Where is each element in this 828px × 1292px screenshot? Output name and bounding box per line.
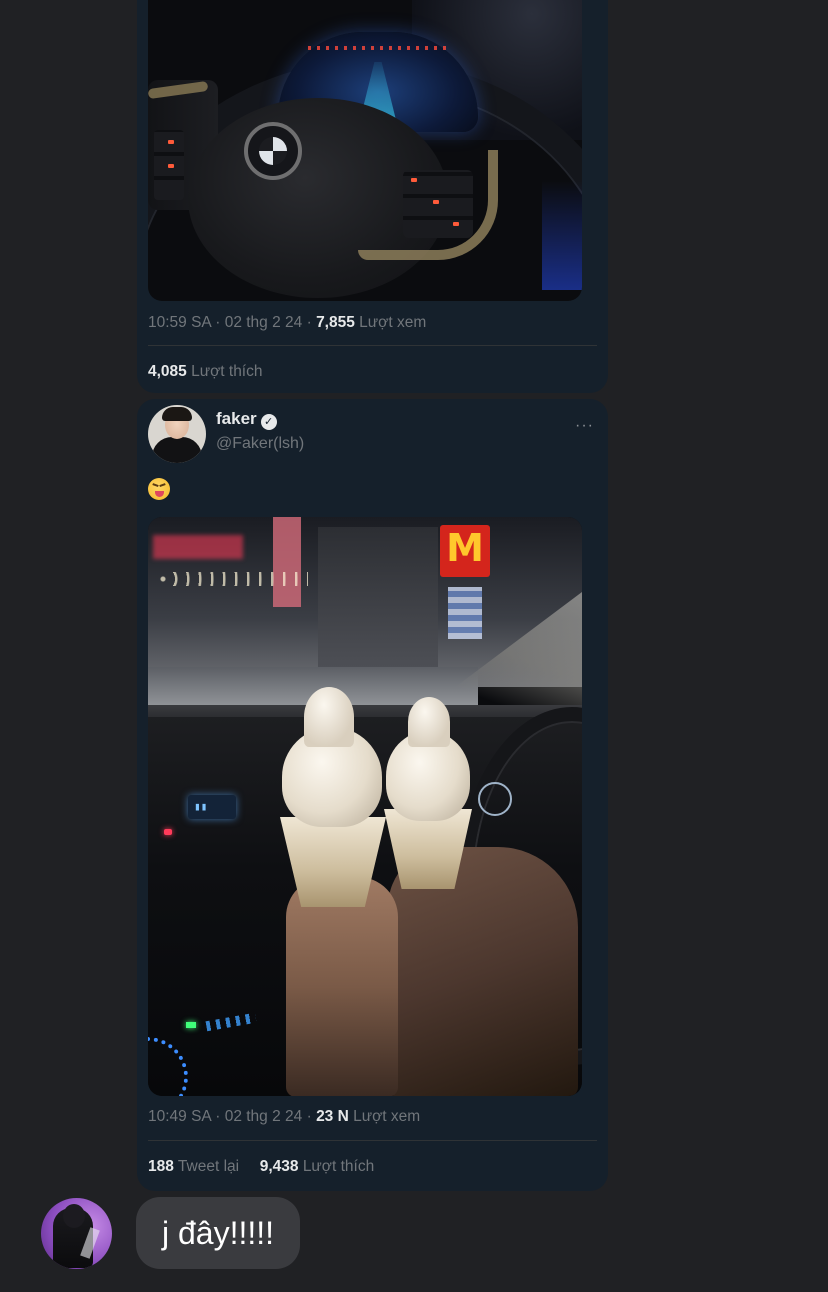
likes-count: 9,438 [259,1158,299,1175]
photo-restaurant-sign: M [440,525,490,577]
photo-pink-banner [273,517,301,607]
views-label: Lượt xem [353,1108,421,1125]
divider [148,345,597,346]
photo-lit-sign [448,587,482,639]
tweet-photo-car-dashboard[interactable] [148,0,582,301]
more-options-icon[interactable]: ··· [575,417,594,435]
photo-car-logo-center [259,137,287,165]
photo-string-lights [158,572,308,586]
retweets-count: 188 [148,1158,174,1175]
photo-red-neon [153,535,243,559]
tweet-timestamp-row[interactable]: 10:59 SA · 02 thg 2 24 · 7,855 Lượt xem [148,314,426,332]
avatar-head [63,1204,85,1228]
photo-led [168,164,174,168]
likes-count: 4,085 [148,363,187,380]
tweet-timestamp-row[interactable]: 10:49 SA · 02 thg 2 24 · 23 N Lượt xem [148,1108,420,1126]
embedded-tweet-card-top[interactable]: 10:59 SA · 02 thg 2 24 · 7,855 Lượt xem … [137,0,608,393]
tweet-time: 10:59 SA [148,314,211,331]
photo-green-led [186,1022,196,1028]
photo-led [411,178,417,182]
display-readout: ▮▮ [194,800,208,813]
chat-thread: 10:59 SA · 02 thg 2 24 · 7,855 Lượt xem … [0,0,828,1292]
tweet-date: 02 thg 2 24 [224,314,303,331]
photo-hand-left [286,877,398,1096]
tweet-stats-row[interactable]: 4,085 Lượt thích [148,363,263,381]
likes-label: Lượt thích [302,1158,375,1175]
verified-badge-icon: ✓ [260,414,277,430]
sign-letter: M [446,526,484,570]
photo-gauge [478,782,512,816]
emoji-eye [151,483,159,490]
author-avatar[interactable] [148,405,206,463]
photo-cluster-ticks [308,46,448,50]
photo-building [318,527,438,667]
retweets-label: Tweet lại [177,1158,240,1175]
cone-tip [408,697,450,747]
tweet-date: 02 thg 2 24 [224,1108,303,1125]
squinting-tongue-emoji-icon [148,478,170,500]
divider [148,1140,597,1141]
tweet-time: 10:49 SA [148,1108,211,1125]
views-count: 7,855 [316,314,355,331]
cone-tip [304,687,354,747]
separator-dot: · [306,314,317,331]
photo-led [453,222,459,226]
avatar-body [152,437,202,463]
photo-wheel-buttons-left [154,130,184,200]
emoji-eye [159,483,167,490]
embedded-tweet-card-faker[interactable]: faker ✓ @Faker(lsh) ··· M ▮▮ 10:49 SA · … [137,399,608,1191]
message-bubble[interactable]: j đây!!!!! [136,1197,301,1269]
likes-label: Lượt thích [191,363,263,380]
photo-wheel-buttons [403,170,473,238]
photo-led [168,140,174,144]
message-text: j đây!!!!! [162,1214,275,1251]
author-name-row[interactable]: faker ✓ [216,409,277,430]
photo-red-led [164,829,172,835]
tweet-stats-row[interactable]: 188 Tweet lại 9,438 Lượt thích [148,1158,374,1176]
sender-avatar[interactable] [41,1198,112,1269]
photo-led [433,200,439,204]
emoji-tongue [155,491,164,497]
separator-dot: · [215,1108,225,1125]
photo-ambient-light [542,180,582,290]
author-name: faker [216,409,257,428]
separator-dot: · [215,314,225,331]
avatar-hair [162,407,192,421]
separator-dot: · [306,1108,317,1125]
photo-dash-display: ▮▮ [188,795,236,819]
author-handle[interactable]: @Faker(lsh) [216,435,304,453]
photo-car-logo [244,122,302,180]
views-label: Lượt xem [359,314,427,331]
views-count: 23 N [316,1108,349,1125]
tweet-photo-ice-cream[interactable]: M ▮▮ [148,517,582,1096]
